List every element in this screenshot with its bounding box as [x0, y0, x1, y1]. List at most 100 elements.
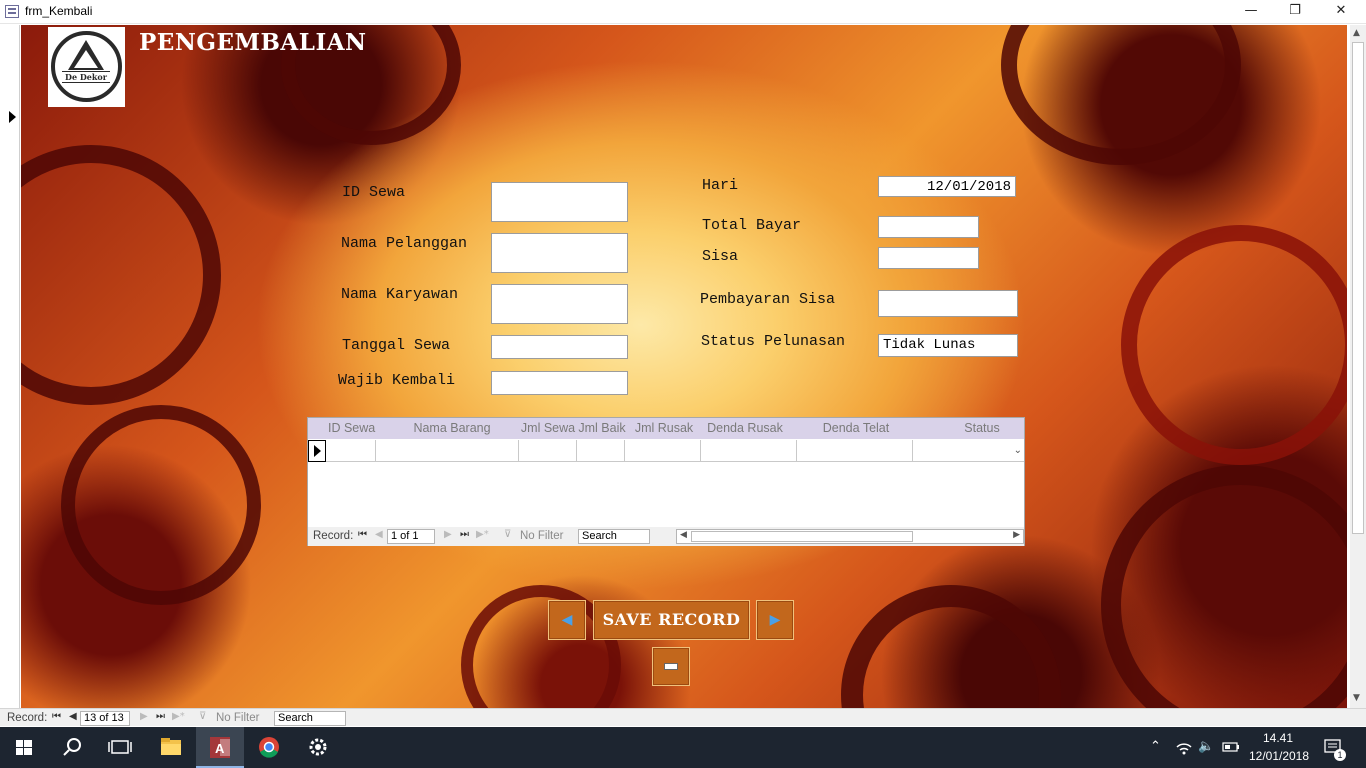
- chrome-icon: [259, 737, 279, 758]
- table-cell[interactable]: [625, 440, 701, 462]
- hari-field[interactable]: 12/01/2018: [878, 176, 1016, 197]
- search-button[interactable]: [48, 727, 96, 768]
- first-record-icon[interactable]: ⏮: [358, 529, 367, 540]
- restore-button[interactable]: ❐: [1272, 0, 1318, 24]
- table-cell[interactable]: [376, 440, 519, 462]
- record-label: Record:: [313, 530, 354, 542]
- table-cell[interactable]: [701, 440, 797, 462]
- new-record-icon[interactable]: ▶*: [476, 529, 489, 540]
- first-record-icon[interactable]: ⏮: [52, 711, 61, 722]
- next-record-icon[interactable]: ▶: [140, 711, 148, 722]
- total-bayar-field[interactable]: [878, 216, 979, 238]
- task-view-icon: [108, 740, 132, 754]
- file-explorer-button[interactable]: [147, 727, 195, 768]
- nama-pelanggan-field[interactable]: [491, 233, 628, 273]
- last-record-icon[interactable]: ⏭: [156, 711, 165, 722]
- show-hidden-icons-icon[interactable]: ⌃: [1150, 738, 1161, 754]
- previous-record-icon[interactable]: ◀: [375, 529, 383, 540]
- window-titlebar: frm_Kembali — ❐ ✕: [0, 0, 1366, 24]
- filter-status[interactable]: No Filter: [520, 530, 563, 542]
- save-record-button[interactable]: SAVE RECORD: [593, 600, 750, 640]
- sisa-field[interactable]: [878, 247, 979, 269]
- scroll-left-icon[interactable]: ◀: [680, 530, 687, 540]
- chevron-down-icon[interactable]: ⌄: [1014, 445, 1022, 456]
- scroll-right-icon[interactable]: ▶: [1013, 530, 1020, 540]
- status-pelunasan-field[interactable]: Tidak Lunas: [878, 334, 1018, 357]
- nama-karyawan-field[interactable]: [491, 284, 628, 324]
- subform-record-navigator: Record: ⏮ ◀ 1 of 1 ▶ ⏭ ▶* ⊽ No Filter Se…: [308, 527, 1024, 546]
- next-record-icon[interactable]: ▶: [444, 529, 452, 540]
- form-background: De Dekor PENGEMBALIAN ID Sewa Nama Pelan…: [21, 25, 1347, 708]
- record-position[interactable]: 1 of 1: [387, 529, 435, 544]
- table-row[interactable]: ⌄: [308, 440, 1024, 462]
- windows-taskbar: A ⌃ 🔈 14.41 12/01/2018 1: [0, 727, 1366, 768]
- column-header[interactable]: Jml Sewa: [519, 421, 577, 435]
- id-sewa-field[interactable]: [491, 182, 628, 222]
- tanggal-sewa-field[interactable]: [491, 335, 628, 359]
- row-selector[interactable]: [308, 440, 326, 462]
- column-header[interactable]: Nama Barang: [398, 421, 506, 435]
- detail-subform: ID Sewa Nama Barang Jml Sewa Jml Baik Jm…: [307, 417, 1025, 546]
- search-input[interactable]: Search: [274, 711, 346, 726]
- table-cell[interactable]: [327, 440, 376, 462]
- battery-icon[interactable]: [1222, 741, 1240, 753]
- form-area: De Dekor PENGEMBALIAN ID Sewa Nama Pelan…: [0, 25, 1350, 708]
- scroll-up-icon[interactable]: ▲: [1353, 28, 1360, 38]
- filter-status[interactable]: No Filter: [216, 712, 259, 724]
- search-icon: [63, 738, 81, 756]
- close-button[interactable]: ✕: [1318, 0, 1364, 24]
- current-record-arrow-icon: [9, 111, 16, 123]
- label-hari: Hari: [702, 177, 739, 194]
- decor-swirl: [61, 405, 261, 605]
- column-header[interactable]: Jml Rusak: [632, 421, 696, 435]
- clock-date[interactable]: 12/01/2018: [1246, 749, 1312, 763]
- horizontal-scrollbar[interactable]: ◀ ▶: [676, 529, 1024, 544]
- task-view-button[interactable]: [96, 727, 144, 768]
- label-id-sewa: ID Sewa: [342, 184, 406, 201]
- scrollbar-thumb[interactable]: [691, 531, 913, 542]
- wifi-icon[interactable]: [1175, 739, 1193, 755]
- search-input[interactable]: Search: [578, 529, 650, 544]
- table-cell[interactable]: ⌄: [913, 440, 1024, 462]
- close-form-button[interactable]: [652, 647, 690, 686]
- decor-swirl: [1101, 465, 1347, 708]
- scroll-down-icon[interactable]: ▼: [1353, 693, 1360, 703]
- column-header[interactable]: Jml Baik: [577, 421, 627, 435]
- vertical-scrollbar[interactable]: ▲ ▼: [1350, 25, 1366, 708]
- column-header[interactable]: Denda Rusak: [702, 421, 788, 435]
- column-header[interactable]: Denda Telat: [798, 421, 914, 435]
- label-pembayaran-sisa: Pembayaran Sisa: [700, 291, 836, 308]
- new-record-icon[interactable]: ▶*: [172, 711, 185, 722]
- chrome-button[interactable]: [245, 727, 293, 768]
- previous-record-icon[interactable]: ◀: [69, 711, 77, 722]
- label-sisa: Sisa: [702, 248, 739, 265]
- filter-icon: ⊽: [199, 711, 207, 722]
- clock-time[interactable]: 14.41: [1250, 731, 1306, 745]
- table-cell[interactable]: [519, 440, 577, 462]
- access-button[interactable]: A: [196, 727, 244, 768]
- decor-swirl: [1001, 25, 1241, 165]
- table-cell[interactable]: [577, 440, 625, 462]
- table-cell[interactable]: [797, 440, 913, 462]
- label-tanggal-sewa: Tanggal Sewa: [342, 337, 451, 354]
- last-record-icon[interactable]: ⏭: [460, 529, 469, 540]
- record-position[interactable]: 13 of 13: [80, 711, 130, 726]
- record-selector[interactable]: [2, 25, 20, 708]
- label-total-bayar: Total Bayar: [702, 217, 802, 234]
- wajib-kembali-field[interactable]: [491, 371, 628, 395]
- minimize-button[interactable]: —: [1228, 0, 1274, 24]
- previous-record-button[interactable]: ◀: [548, 600, 586, 640]
- volume-icon[interactable]: 🔈: [1198, 738, 1214, 754]
- next-record-button[interactable]: ▶: [756, 600, 794, 640]
- scrollbar-thumb[interactable]: [1352, 42, 1364, 534]
- main-record-navigator: Record: ⏮ ◀ 13 of 13 ▶ ⏭ ▶* ⊽ No Filter …: [0, 708, 1366, 726]
- access-icon: A: [210, 737, 230, 758]
- column-header[interactable]: ID Sewa: [328, 421, 375, 435]
- pembayaran-sisa-field[interactable]: [878, 290, 1018, 317]
- decor-swirl: [841, 585, 1061, 708]
- svg-text:A: A: [215, 741, 225, 756]
- column-header[interactable]: Status: [918, 421, 1046, 435]
- label-nama-pelanggan: Nama Pelanggan: [341, 235, 468, 252]
- start-button[interactable]: [0, 727, 48, 768]
- settings-button[interactable]: [294, 727, 342, 768]
